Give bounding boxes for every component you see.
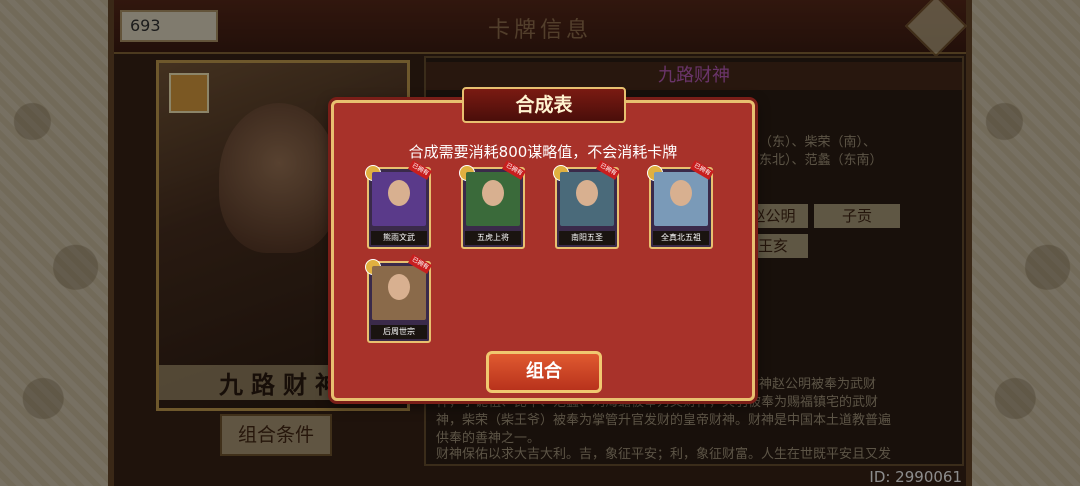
card-label: 南阳五圣 [559,231,615,245]
synthesis-dialog: 合成表 合成需要消耗800谋略值，不会消耗卡牌 已拥有 熊雨文武 已拥有 五虎上… [331,87,755,401]
card-art [466,172,520,226]
card-label: 后周世宗 [371,325,427,339]
material-card[interactable]: 已拥有 五虎上将 [459,160,527,249]
material-card[interactable]: 已拥有 熊雨文武 [365,160,433,249]
card-label: 熊雨文武 [371,231,427,245]
material-card[interactable]: 已拥有 南阳五圣 [553,160,621,249]
card-art [372,266,426,320]
card-art [654,172,708,226]
dialog-message: 合成需要消耗800谋略值，不会消耗卡牌 [408,143,678,161]
material-card[interactable]: 已拥有 后周世宗 [365,254,433,343]
card-art [372,172,426,226]
combine-button[interactable]: 组合 [486,351,602,393]
material-card[interactable]: 已拥有 全真北五祖 [647,160,715,249]
card-label: 全真北五祖 [653,231,709,245]
card-label: 五虎上将 [465,231,521,245]
card-art [560,172,614,226]
dialog-title: 合成表 [462,87,626,123]
